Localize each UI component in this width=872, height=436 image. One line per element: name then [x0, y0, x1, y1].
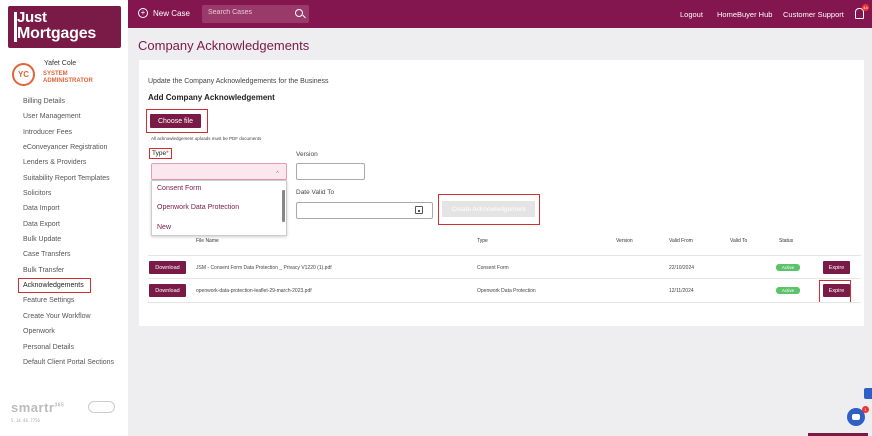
- just-mortgages-logo[interactable]: Just Mortgages: [8, 6, 121, 48]
- logo-line-1: Just: [17, 9, 47, 26]
- valid-from-cell: 12/11/2024: [669, 288, 694, 294]
- user-role: SYSTEM ADMINISTRATOR: [43, 71, 93, 84]
- type-label: Type*: [149, 148, 172, 159]
- status-badge: Active: [776, 287, 800, 294]
- sidebar-item-default-client-portal-sections[interactable]: Default Client Portal Sections: [23, 358, 114, 373]
- calendar-icon[interactable]: [415, 206, 423, 214]
- smartr-logo: smartr365: [11, 400, 64, 415]
- sidebar-item-solicitors[interactable]: Solicitors: [23, 189, 114, 204]
- download-button[interactable]: Download: [149, 284, 186, 297]
- sidebar-item-feature-settings[interactable]: Feature Settings: [23, 296, 114, 311]
- file-name-cell: openwork-data-protection-leaflet-29-marc…: [196, 288, 312, 294]
- customer-support-link[interactable]: Customer Support: [783, 10, 844, 19]
- acknowledgement-card: Update the Company Acknowledgements for …: [139, 60, 864, 326]
- logout-link[interactable]: Logout: [680, 10, 703, 19]
- homebuyer-hub-link[interactable]: HomeBuyer Hub: [717, 10, 772, 19]
- type-dropdown-list: Consent Form Openwork Data Protection Ne…: [151, 180, 287, 236]
- status-badge: Active: [776, 264, 800, 271]
- notification-badge: 44: [862, 4, 869, 11]
- type-cell: Openwork Data Protection: [477, 288, 536, 294]
- header-valid-from: Valid From: [669, 238, 693, 244]
- date-valid-to-label: Date Valid To: [296, 189, 335, 196]
- table-divider: [148, 255, 861, 256]
- date-valid-to-field[interactable]: [296, 202, 433, 219]
- expire-button[interactable]: Expire: [823, 284, 850, 297]
- required-marker: *: [166, 150, 169, 157]
- sidebar-item-data-import[interactable]: Data Import: [23, 204, 114, 219]
- version-label: Version: [296, 151, 318, 158]
- expire-button[interactable]: Expire: [823, 261, 850, 274]
- search-input[interactable]: [208, 9, 288, 16]
- avatar[interactable]: YC: [12, 63, 35, 86]
- sidebar-nav: Billing Details User Management Introduc…: [17, 97, 114, 373]
- table-divider: [148, 302, 861, 303]
- search-icon[interactable]: [295, 9, 303, 17]
- sidebar-item-data-export[interactable]: Data Export: [23, 220, 114, 235]
- sidebar-item-case-transfers[interactable]: Case Transfers: [23, 250, 114, 265]
- version-field[interactable]: [296, 163, 365, 180]
- sidebar-item-acknowledgements[interactable]: Acknowledgements: [17, 278, 114, 296]
- section-title: Add Company Acknowledgement: [148, 93, 275, 102]
- pdf-note: All acknowledgement uploads must be PDF …: [151, 136, 262, 141]
- dropdown-scrollbar[interactable]: [282, 190, 285, 222]
- page-title: Company Acknowledgements: [138, 38, 310, 53]
- type-option-openwork-data-protection[interactable]: Openwork Data Protection: [157, 204, 239, 211]
- sidebar-item-create-your-workflow[interactable]: Create Your Workflow: [23, 312, 114, 327]
- type-cell: Consent Form: [477, 265, 509, 271]
- top-bar: + New Case Logout HomeBuyer Hub Customer…: [128, 0, 872, 28]
- sidebar: Just Mortgages YC Yafet Cole SYSTEM ADMI…: [0, 0, 128, 436]
- valid-from-cell: 22/10/2024: [669, 265, 695, 271]
- plus-icon: +: [138, 8, 148, 18]
- header-version: Version: [616, 238, 633, 244]
- sidebar-item-suitability-report-templates[interactable]: Suitability Report Templates: [23, 174, 114, 189]
- sidebar-item-lenders-providers[interactable]: Lenders & Providers: [23, 158, 114, 173]
- smartr-sup: 365: [54, 402, 65, 409]
- chat-badge: 1: [862, 406, 869, 413]
- new-case-button[interactable]: + New Case: [138, 8, 190, 18]
- choose-file-button[interactable]: Choose file: [150, 114, 201, 128]
- sidebar-item-personal-details[interactable]: Personal Details: [23, 343, 114, 358]
- download-button[interactable]: Download: [149, 261, 186, 274]
- sidebar-item-user-management[interactable]: User Management: [23, 112, 114, 127]
- side-panel-tab[interactable]: [864, 388, 872, 399]
- user-name: Yafet Cole: [44, 60, 77, 67]
- search-box: [202, 5, 309, 23]
- new-case-label: New Case: [153, 8, 190, 18]
- logo-line-2: Mortgages: [17, 25, 97, 42]
- header-file-name: File Name: [196, 238, 219, 244]
- create-button-highlight: Create Acknowledgement: [438, 194, 540, 225]
- type-label-text: Type: [152, 150, 167, 157]
- certification-badge-icon: [88, 401, 115, 413]
- header-status: Status: [779, 238, 794, 244]
- type-option-new[interactable]: New: [157, 224, 171, 231]
- sidebar-item-billing-details[interactable]: Billing Details: [23, 97, 114, 112]
- chevron-up-icon: ^: [276, 171, 279, 177]
- logo-bar: [14, 12, 17, 42]
- file-name-cell: JSM - Consent Form Data Protection _ Pri…: [196, 265, 332, 271]
- create-acknowledgement-button[interactable]: Create Acknowledgement: [442, 201, 535, 217]
- table-divider: [148, 278, 861, 279]
- smartr-brand: smartr: [11, 400, 55, 415]
- intro-text: Update the Company Acknowledgements for …: [148, 78, 329, 85]
- type-select[interactable]: ^: [151, 163, 287, 180]
- header-type: Type: [477, 238, 488, 244]
- sidebar-item-introducer-fees[interactable]: Introducer Fees: [23, 128, 114, 143]
- sidebar-item-bulk-update[interactable]: Bulk Update: [23, 235, 114, 250]
- choose-file-highlight: Choose file: [146, 109, 208, 133]
- app-version: 5.14.46.7756: [11, 418, 40, 423]
- sidebar-item-econveyancer-registration[interactable]: eConveyancer Registration: [23, 143, 114, 158]
- header-valid-to: Valid To: [730, 238, 748, 244]
- type-option-consent-form[interactable]: Consent Form: [157, 185, 201, 192]
- sidebar-item-openwork[interactable]: Openwork: [23, 327, 114, 342]
